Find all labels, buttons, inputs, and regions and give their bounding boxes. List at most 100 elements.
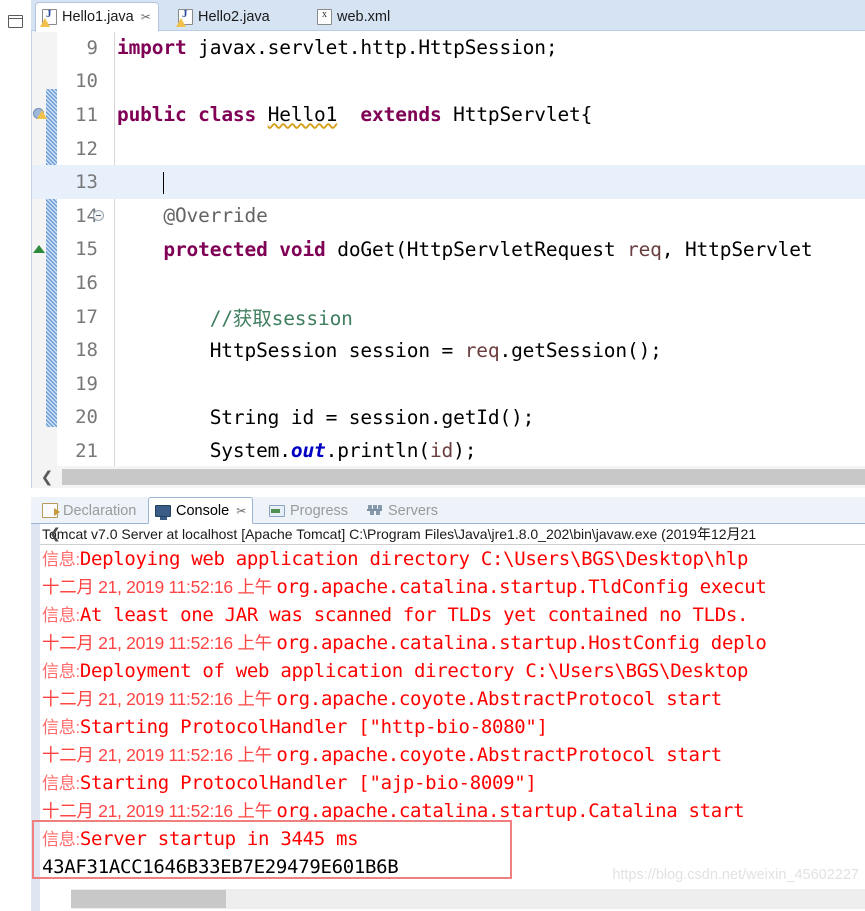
code-line[interactable]: 9 import javax.servlet.http.HttpSession; — [32, 31, 865, 65]
console-scrollbar-thumb[interactable] — [71, 890, 226, 908]
servers-icon — [367, 503, 383, 518]
left-rail — [0, 0, 31, 490]
console-info-line: 信息:At least one JAR was scanned for TLDs… — [42, 601, 865, 629]
console-timestamp-line: 十二月 21, 2019 11:52:16 上午 org.apache.cata… — [42, 797, 865, 825]
console-info-text: Deploying web application directory C:\U… — [79, 548, 749, 570]
code-line[interactable]: 10 — [32, 65, 865, 99]
code-token: Hello1 — [267, 103, 338, 127]
line-number: 18 — [75, 339, 98, 362]
code-line[interactable]: 14 @Override — [32, 199, 865, 233]
editor-tab-bar: Hello1.java ✂ Hello2.java web.xml — [31, 0, 865, 32]
console-horizontal-scrollbar[interactable] — [71, 889, 865, 909]
line-number: 20 — [75, 406, 98, 429]
console-logger-name: org.apache.catalina.startup.HostConfig d… — [276, 632, 767, 654]
view-tab-label: Declaration — [63, 502, 137, 519]
console-icon — [155, 504, 171, 520]
line-number: 10 — [75, 70, 98, 93]
restore-view-icon[interactable] — [8, 15, 23, 28]
code-text — [104, 171, 165, 194]
progress-icon — [269, 504, 285, 517]
console-info-text: Starting ProtocolHandler ["http-bio-8080… — [79, 716, 548, 738]
line-number: 16 — [75, 271, 98, 294]
java-file-warning-icon — [40, 8, 57, 27]
editor-area: Hello1.java ✂ Hello2.java web.xml 9 import j… — [31, 0, 865, 497]
scrollbar-thumb[interactable] — [62, 469, 865, 485]
close-icon[interactable]: ✂ — [141, 10, 151, 24]
view-tab-progress[interactable]: Progress — [263, 497, 354, 524]
code-text: String id = session.getId(); — [104, 406, 535, 429]
code-token: out — [290, 439, 326, 463]
code-token: void — [279, 237, 326, 261]
view-tab-bar: Declaration Console ✂ Progress Servers — [31, 497, 865, 524]
view-tab-label: Console — [176, 502, 230, 519]
eclipse-ide-window: Hello1.java ✂ Hello2.java web.xml 9 import j… — [0, 0, 865, 911]
code-text: //获取session — [104, 302, 353, 331]
console-info-line: 信息:Starting ProtocolHandler ["http-bio-8… — [42, 713, 865, 741]
bottom-panel: Declaration Console ✂ Progress Servers Tomca… — [31, 497, 865, 911]
console-logger-name: org.apache.coyote.AbstractProtocol start — [276, 688, 722, 710]
console-scroll-left-icon[interactable]: ❮ — [41, 524, 69, 544]
code-token: req — [464, 338, 500, 362]
scroll-left-icon[interactable]: ❮ — [32, 466, 62, 488]
view-tab-declaration[interactable]: Declaration — [36, 497, 142, 524]
code-text: protected void doGet(HttpServletRequest … — [104, 238, 812, 261]
close-icon[interactable]: ✂ — [236, 504, 246, 518]
console-timestamp: 十二月 21, 2019 11:52:16 上午 — [42, 801, 277, 821]
code-line[interactable]: 20 String id = session.getId(); — [32, 401, 865, 435]
console-gutter — [31, 524, 40, 911]
console-timestamp-line: 十二月 21, 2019 11:52:16 上午 org.apache.cata… — [42, 573, 865, 601]
editor-horizontal-scrollbar[interactable]: ❮ — [31, 466, 865, 488]
code-token: import — [117, 36, 187, 60]
code-line[interactable]: 19 — [32, 367, 865, 401]
code-line[interactable]: 11 public class Hello1 extends HttpServle… — [32, 98, 865, 132]
code-token: id — [429, 439, 454, 463]
code-line[interactable]: 18 HttpSession session = req.getSession(… — [32, 333, 865, 367]
line-number: 17 — [75, 305, 98, 328]
code-token: public — [117, 103, 187, 127]
declaration-icon — [42, 503, 60, 518]
console-view[interactable]: Tomcat v7.0 Server at localhost [Apache … — [31, 524, 865, 911]
code-line[interactable]: 15 protected void doGet(HttpServletReque… — [32, 233, 865, 267]
code-token: extends — [360, 103, 442, 127]
code-token: class — [198, 103, 257, 127]
override-marker-icon[interactable] — [33, 244, 45, 253]
code-lines: 9 import javax.servlet.http.HttpSession; 1… — [32, 31, 865, 477]
code-line[interactable]: 21 System.out.println(id); — [32, 434, 865, 468]
console-info-line: 信息:Server startup in 3445 ms — [42, 825, 865, 853]
warning-badge-icon — [40, 18, 50, 27]
line-number: 12 — [75, 137, 98, 160]
editor-tab-web-xml[interactable]: web.xml — [311, 3, 397, 31]
editor-tab-hello2-java[interactable]: Hello2.java — [172, 3, 277, 31]
code-line[interactable]: 12 — [32, 132, 865, 166]
java-file-warning-icon — [176, 8, 193, 27]
view-tab-servers[interactable]: Servers — [361, 497, 444, 524]
code-token: System. — [117, 439, 291, 463]
console-output: 信息: Deploying web application directory C… — [40, 545, 865, 881]
watermark: https://blog.csdn.net/weixin_45602227 — [612, 867, 859, 883]
code-text: public class Hello1 extends HttpServlet{ — [104, 103, 592, 126]
code-line[interactable]: 17 //获取session — [32, 300, 865, 334]
code-line[interactable]: 16 — [32, 266, 865, 300]
breakpoint-warning-marker-icon[interactable] — [33, 106, 47, 121]
code-token: doGet(HttpServletRequest — [325, 237, 627, 261]
console-info-prefix: 信息: — [42, 830, 80, 849]
code-text: System.out.println(id); — [104, 439, 477, 463]
code-token: ); — [453, 439, 477, 463]
code-token: .println( — [325, 439, 430, 463]
line-number: 21 — [75, 439, 98, 462]
code-token: //获取session — [209, 307, 353, 331]
code-line[interactable]: 13 — [32, 165, 865, 199]
view-tab-console[interactable]: Console ✂ — [148, 497, 254, 524]
code-viewport[interactable]: 9 import javax.servlet.http.HttpSession; 1… — [31, 31, 865, 477]
editor-tab-hello1-java[interactable]: Hello1.java ✂ — [35, 2, 159, 32]
code-token: protected — [163, 237, 268, 261]
console-header: Tomcat v7.0 Server at localhost [Apache … — [40, 524, 865, 545]
code-token: javax.servlet.http.HttpSession; — [186, 36, 558, 60]
view-tab-label: Progress — [290, 502, 349, 519]
code-text: HttpSession session = req.getSession(); — [104, 339, 662, 362]
console-info-line: 信息:Deployment of web application directo… — [42, 657, 865, 685]
